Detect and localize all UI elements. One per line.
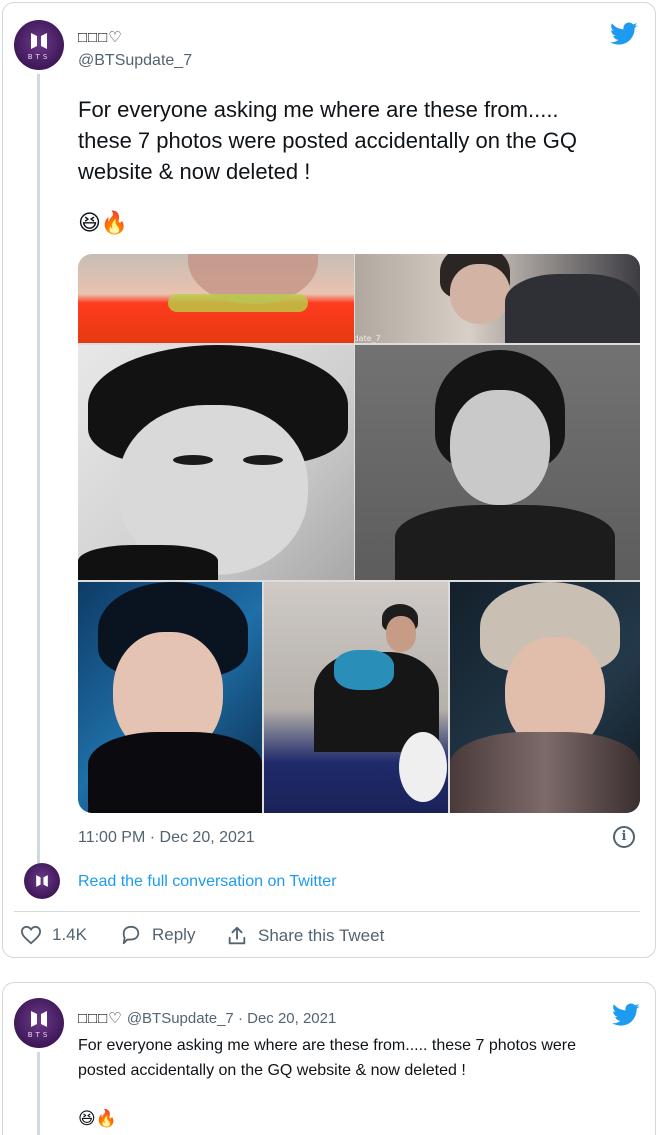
bts-logo-icon <box>36 875 48 887</box>
embed-text-line-2: posted accidentally on the GQ website & … <box>78 1062 466 1079</box>
like-button[interactable]: 1.4K <box>20 925 87 945</box>
profile-avatar[interactable]: BTS <box>14 20 64 70</box>
photo-4[interactable] <box>355 345 640 580</box>
user-handle[interactable]: @BTSupdate_7 <box>78 52 192 70</box>
photo-5[interactable] <box>78 582 262 813</box>
reply-button[interactable]: Reply <box>120 925 195 945</box>
tweet-text-line-1: For everyone asking me where are these f… <box>78 97 559 122</box>
photo-6-blue-coat <box>334 650 394 690</box>
photo-1-color-band <box>168 294 308 312</box>
embed-avatar-text: BTS <box>27 1030 51 1039</box>
tweet-emojis: 😆🔥 <box>78 210 129 235</box>
info-icon[interactable]: i <box>613 826 635 848</box>
photo-1[interactable] <box>78 254 354 343</box>
photo-2-face <box>450 264 510 324</box>
photo-2-suit <box>505 274 640 343</box>
photo-3[interactable] <box>78 345 354 580</box>
photo-6[interactable] <box>264 582 448 813</box>
photo-grid[interactable]: @BTSupdate_7 <box>78 254 640 813</box>
display-name[interactable]: □□□♡ <box>78 28 123 46</box>
tweet-text-line-2: these 7 photos were posted accidentally … <box>78 128 577 153</box>
photo-7-outfit <box>450 732 640 813</box>
thread-line <box>37 74 40 864</box>
photo-4-face <box>450 390 550 505</box>
heart-icon <box>20 925 42 945</box>
photo-2[interactable]: @BTSupdate_7 <box>355 254 640 343</box>
photo-3-eye-right <box>243 455 283 465</box>
twitter-bird-icon[interactable] <box>610 22 638 46</box>
bts-logo-icon <box>31 32 47 49</box>
actions-divider <box>14 911 640 912</box>
photo-6-vase <box>399 732 447 802</box>
photo-6-face <box>386 616 416 652</box>
photo-3-eye-left <box>173 455 213 465</box>
tweet-text-line-3: website & now deleted ! <box>78 159 311 184</box>
read-conversation-link[interactable]: Read the full conversation on Twitter <box>78 873 337 891</box>
watermark: @BTSupdate_7 <box>355 334 381 343</box>
embed-profile-avatar[interactable]: BTS <box>14 998 64 1048</box>
photo-3-suit <box>78 545 218 580</box>
photo-5-outfit <box>88 732 262 813</box>
like-count: 1.4K <box>52 925 87 944</box>
photo-4-jacket <box>395 505 615 580</box>
photo-7[interactable] <box>450 582 640 813</box>
reply-label: Reply <box>152 925 196 944</box>
reply-icon <box>122 925 140 945</box>
tweet-timestamp[interactable]: 11:00 PM · Dec 20, 2021 <box>78 829 255 847</box>
embed-emojis: 😆🔥 <box>78 1109 117 1128</box>
embed-header[interactable]: □□□♡ @BTSupdate_7 · Dec 20, 2021 <box>78 1009 336 1027</box>
embed-thread-line <box>37 1052 40 1135</box>
share-button[interactable]: Share this Tweet <box>226 925 384 947</box>
embed-handle-date: @BTSupdate_7 · Dec 20, 2021 <box>126 1010 337 1027</box>
share-icon <box>228 926 246 945</box>
conversation-avatar[interactable] <box>24 863 60 899</box>
bts-logo-icon <box>31 1010 47 1027</box>
embed-display-name: □□□♡ <box>78 1010 123 1027</box>
embed-text-line-1: For everyone asking me where are these f… <box>78 1037 577 1054</box>
share-label: Share this Tweet <box>258 926 385 945</box>
avatar-text: BTS <box>27 52 51 61</box>
embed-twitter-bird-icon[interactable] <box>612 1003 640 1027</box>
